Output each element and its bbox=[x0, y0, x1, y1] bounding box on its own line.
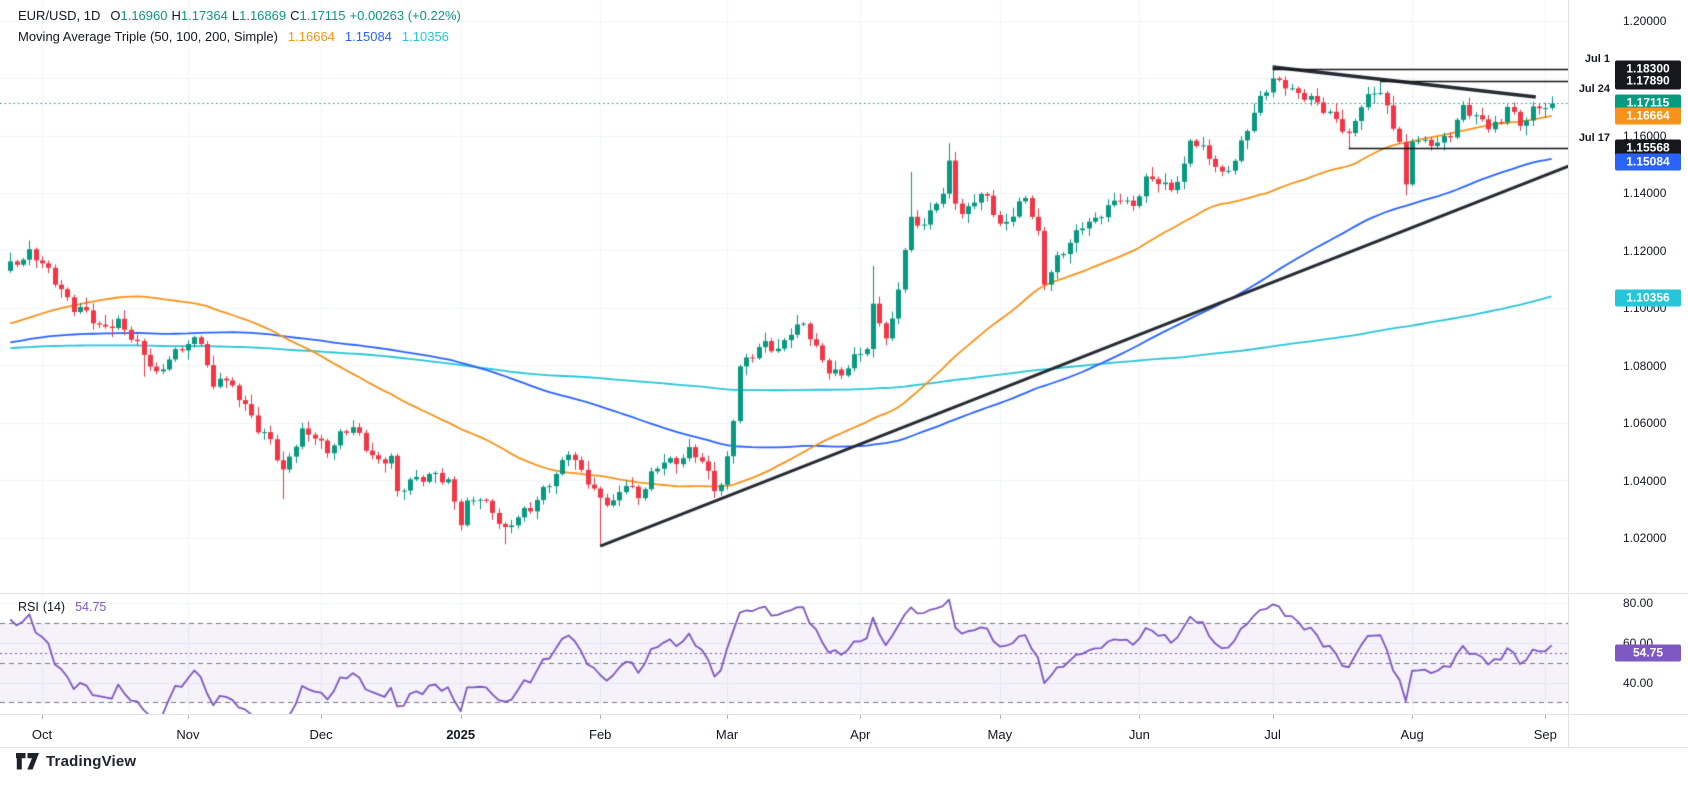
time-axis-tick bbox=[1412, 715, 1413, 719]
month-label: Oct bbox=[32, 727, 52, 742]
month-label: Dec bbox=[310, 727, 333, 742]
pane-separator-rsi[interactable] bbox=[0, 593, 1688, 594]
time-axis-tick bbox=[42, 715, 43, 719]
price-tick-label: 1.08000 bbox=[1623, 359, 1666, 373]
price-tick-label: 1.20000 bbox=[1623, 14, 1666, 28]
chart-bottom-border bbox=[0, 747, 1688, 748]
time-axis-tick bbox=[1545, 715, 1546, 719]
month-label: Jun bbox=[1129, 727, 1150, 742]
price-tick-label: 1.12000 bbox=[1623, 244, 1666, 258]
date-level-label: Jul 24 bbox=[1579, 83, 1610, 95]
tradingview-chart-window: EUR/USD, 1D O1.16960 H1.17364 L1.16869 C… bbox=[0, 0, 1688, 787]
time-axis-tick bbox=[727, 715, 728, 719]
price-axis-badge: 1.15084 bbox=[1615, 153, 1681, 170]
price-tick-label: 1.02000 bbox=[1623, 531, 1666, 545]
time-axis[interactable]: Oct Nov Dec 2025 Feb Mar Apr May Jun Jul Aug Sep bbox=[0, 715, 1688, 748]
tradingview-logo-icon bbox=[16, 753, 39, 770]
price-axis-badge: 1.17890 bbox=[1615, 73, 1681, 90]
tradingview-logo-text: TradingView bbox=[46, 753, 136, 770]
symbol-title: EUR/USD, 1D bbox=[18, 8, 100, 23]
date-level-label: Jul 1 bbox=[1585, 53, 1610, 65]
time-axis-tick bbox=[1000, 715, 1001, 719]
ma50-value: 1.16664 bbox=[288, 29, 335, 44]
symbol-legend-row[interactable]: EUR/USD, 1D O1.16960 H1.17364 L1.16869 C… bbox=[18, 8, 461, 23]
month-label: Feb bbox=[589, 727, 611, 742]
rsi-value: 54.75 bbox=[75, 600, 106, 614]
ma100-value: 1.15084 bbox=[345, 29, 392, 44]
price-axis-badge: 1.10356 bbox=[1615, 289, 1681, 306]
month-label: Nov bbox=[176, 727, 199, 742]
time-axis-tick bbox=[1273, 715, 1274, 719]
time-axis-tick bbox=[860, 715, 861, 719]
time-axis-tick bbox=[188, 715, 189, 719]
month-label: Mar bbox=[716, 727, 738, 742]
rsi-legend-row[interactable]: RSI (14) 54.75 bbox=[18, 600, 106, 614]
time-axis-tick bbox=[1139, 715, 1140, 719]
change-value: +0.00263 (+0.22%) bbox=[350, 8, 461, 23]
month-label: Aug bbox=[1401, 727, 1424, 742]
rsi-indicator-title: RSI bbox=[18, 600, 39, 614]
date-level-label: Jul 17 bbox=[1579, 132, 1610, 144]
month-label: May bbox=[988, 727, 1013, 742]
open-label: O bbox=[110, 8, 120, 23]
ma-indicator-title: Moving Average Triple (50, 100, 200, Sim… bbox=[18, 29, 278, 44]
ma-legend-row[interactable]: Moving Average Triple (50, 100, 200, Sim… bbox=[18, 29, 449, 44]
low-value: 1.16869 bbox=[239, 8, 286, 23]
high-label: H bbox=[171, 8, 180, 23]
close-value: 1.17115 bbox=[300, 8, 346, 23]
rsi-params: (14) bbox=[43, 600, 65, 614]
time-axis-tick bbox=[600, 715, 601, 719]
ma200-value: 1.10356 bbox=[402, 29, 449, 44]
price-tick-label: 1.04000 bbox=[1623, 474, 1666, 488]
rsi-tick-label: 80.00 bbox=[1623, 596, 1653, 610]
open-value: 1.16960 bbox=[120, 8, 167, 23]
month-label: Jul bbox=[1264, 727, 1281, 742]
time-axis-tick bbox=[461, 715, 462, 719]
rsi-axis-badge: 54.75 bbox=[1615, 645, 1681, 662]
high-value: 1.17364 bbox=[181, 8, 228, 23]
month-label: Sep bbox=[1534, 727, 1557, 742]
price-axis[interactable]: 1.200001.180001.160001.140001.120001.100… bbox=[1569, 0, 1688, 747]
tradingview-logo[interactable]: TradingView bbox=[16, 753, 136, 770]
price-tick-label: 1.14000 bbox=[1623, 186, 1666, 200]
month-label: 2025 bbox=[446, 727, 475, 742]
price-axis-badge: 1.16664 bbox=[1615, 108, 1681, 125]
month-label: Apr bbox=[850, 727, 870, 742]
price-tick-label: 1.06000 bbox=[1623, 416, 1666, 430]
low-label: L bbox=[232, 8, 239, 23]
time-axis-tick bbox=[321, 715, 322, 719]
chart-canvas[interactable] bbox=[0, 0, 1688, 787]
axis-separator-vertical[interactable] bbox=[1568, 0, 1569, 747]
close-label: C bbox=[290, 8, 299, 23]
rsi-tick-label: 40.00 bbox=[1623, 676, 1653, 690]
pane-separator-timeaxis bbox=[0, 714, 1688, 715]
